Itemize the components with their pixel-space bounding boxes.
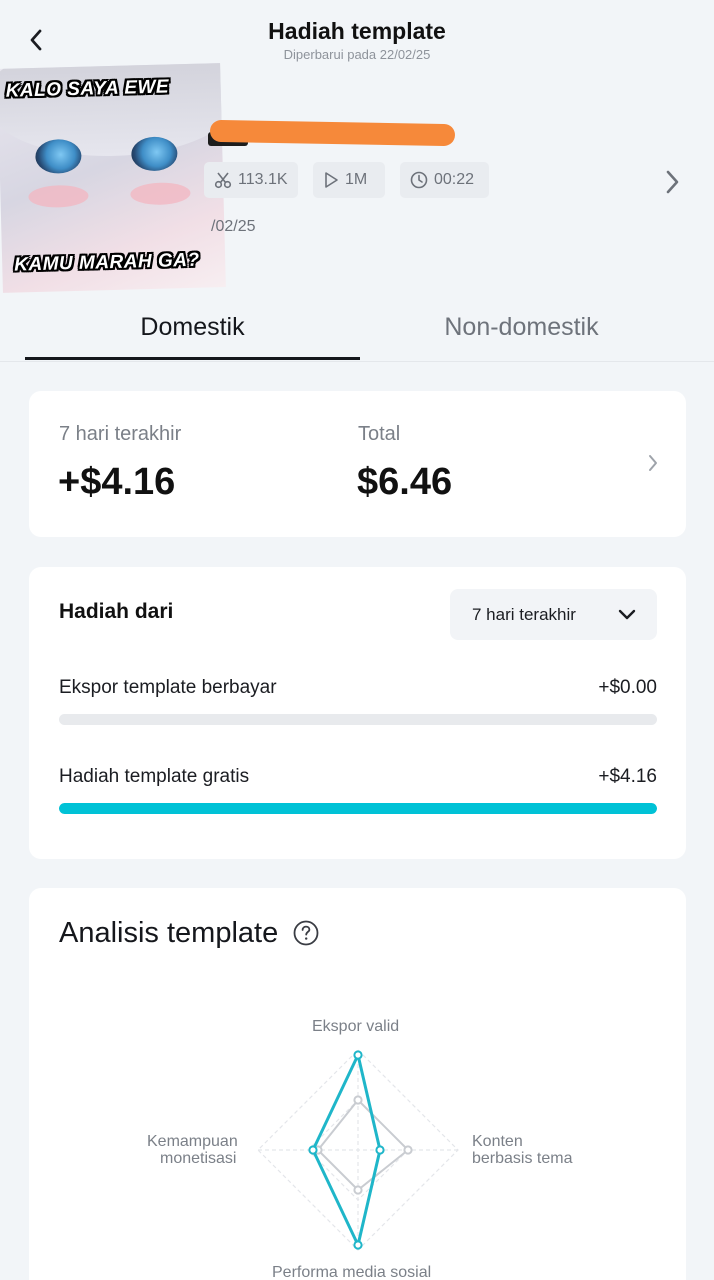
radar-point-reference — [353, 1095, 363, 1105]
tab-domestik[interactable]: Domestik — [25, 294, 360, 360]
radar-point-primary — [375, 1145, 385, 1155]
last7-value: +$4.16 — [58, 461, 176, 503]
page-title: Hadiah template — [268, 18, 446, 44]
thumbnail-caption-bottom: KAMU MARAH GA? — [13, 249, 200, 276]
region-tabs: Domestik Non-domestik — [0, 294, 714, 362]
analysis-card: Analisis template Ekspor valid Konten be… — [29, 888, 686, 1280]
radar-point-primary — [308, 1145, 318, 1155]
last7-label: 7 hari terakhir — [59, 423, 182, 445]
radar-chart — [257, 1049, 459, 1251]
radar-point-primary — [353, 1050, 363, 1060]
redaction-scribble — [209, 119, 456, 147]
period-selected: 7 hari terakhir — [472, 604, 576, 624]
total-label: Total — [358, 423, 401, 445]
uses-count: 113.1K — [238, 171, 288, 188]
active-tab-indicator — [25, 357, 360, 360]
radar-point-reference — [353, 1185, 363, 1195]
scissors-icon — [214, 172, 232, 189]
chevron-down-icon — [618, 609, 636, 620]
paid-export-value: +$0.00 — [598, 677, 657, 698]
period-dropdown[interactable]: 7 hari terakhir — [450, 589, 657, 640]
plays-count: 1M — [345, 171, 368, 188]
plays-stat: 1M — [313, 162, 385, 198]
header: Hadiah template Diperbarui pada 22/02/25 — [0, 0, 714, 70]
duration-value: 00:22 — [434, 171, 475, 188]
clock-icon — [410, 171, 428, 189]
duration-stat: 00:22 — [400, 162, 489, 198]
free-template-bar-fill — [59, 803, 657, 814]
paid-export-bar — [59, 714, 657, 725]
uses-stat: 113.1K — [204, 162, 298, 198]
earnings-summary-card[interactable]: 7 hari terakhir +$4.16 Total $6.46 — [29, 391, 686, 537]
play-icon — [325, 172, 338, 188]
chevron-right-icon — [666, 170, 679, 194]
free-template-bar — [59, 803, 657, 814]
published-date: /02/25 — [211, 218, 256, 235]
reward-source-card: Hadiah dari 7 hari terakhir Ekspor templ… — [29, 567, 686, 859]
summary-detail-button[interactable] — [647, 453, 659, 478]
tab-non-domestik[interactable]: Non-domestik — [354, 294, 689, 360]
free-template-value: +$4.16 — [598, 766, 657, 787]
reward-source-title: Hadiah dari — [59, 600, 174, 623]
template-thumbnail[interactable]: KALO SAYA EWE KAMU MARAH GA? — [0, 63, 226, 293]
chevron-right-icon — [649, 455, 657, 471]
template-detail-button[interactable] — [658, 168, 686, 196]
updated-date: Diperbarui pada 22/02/25 — [283, 47, 431, 62]
radar-point-reference — [403, 1145, 413, 1155]
free-template-label: Hadiah template gratis — [59, 766, 250, 787]
thumbnail-caption-top: KALO SAYA EWE — [5, 76, 170, 102]
paid-export-label: Ekspor template berbayar — [59, 677, 277, 698]
total-value: $6.46 — [357, 461, 453, 503]
radar-point-primary — [353, 1240, 363, 1250]
